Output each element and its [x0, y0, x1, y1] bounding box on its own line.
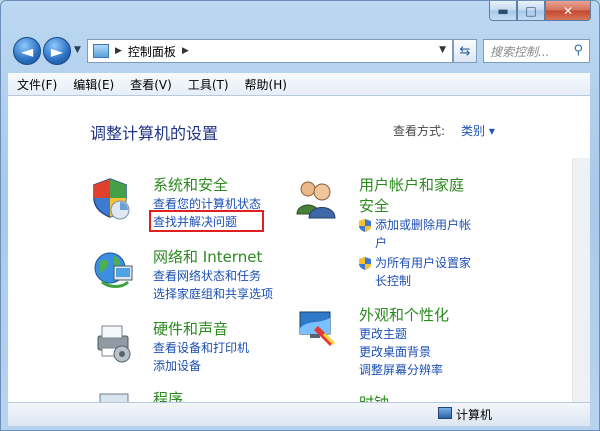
link-parental-controls[interactable]: 为所有用户设置家	[375, 254, 471, 272]
user-accounts-links-b: 为所有用户设置家 长控制	[375, 254, 471, 290]
menu-view[interactable]: 查看(V)	[121, 76, 179, 93]
control-panel-content: 调整计算机的设置 查看方式: 类别 ▾ 系统和安全 查看您的计算机状态 查找并解…	[8, 96, 590, 402]
user-accounts-title-line1[interactable]: 用户帐户和家庭	[359, 174, 464, 195]
breadcrumb-separator-icon[interactable]: ▶	[115, 46, 122, 56]
refresh-button[interactable]: ⇆	[453, 39, 477, 63]
navigation-bar: ◄ ► ▼ ▶ 控制面板 ▶ ▼ ⇆ 搜索控制... ⚲	[1, 33, 599, 69]
back-button[interactable]: ◄	[13, 37, 41, 65]
status-bar: 计算机	[8, 402, 590, 426]
link-adjust-screen-resolution[interactable]: 调整屏幕分辨率	[359, 361, 449, 379]
link-view-devices-printers[interactable]: 查看设备和打印机	[153, 339, 249, 357]
arrow-left-icon: ◄	[20, 41, 34, 61]
view-by-label: 查看方式:	[393, 124, 446, 138]
link-parental-controls-cont[interactable]: 长控制	[375, 272, 471, 290]
menu-tools[interactable]: 工具(T)	[179, 76, 236, 93]
forward-button[interactable]: ►	[43, 37, 71, 65]
breadcrumb-control-panel[interactable]: 控制面板	[128, 43, 176, 60]
category-network-and-internet: 网络和 Internet 查看网络状态和任务 选择家庭组和共享选项	[153, 246, 273, 303]
link-add-remove-user-accounts[interactable]: 添加或删除用户帐	[375, 216, 471, 234]
programs-title[interactable]: 程序	[153, 388, 183, 402]
caption-buttons: ▬ □ ✕	[489, 1, 591, 21]
page-title: 调整计算机的设置	[90, 124, 219, 143]
programs-icon	[99, 393, 129, 402]
category-programs: 程序	[153, 388, 183, 402]
link-add-device[interactable]: 添加设备	[153, 357, 249, 375]
link-add-remove-user-accounts-cont[interactable]: 户	[375, 234, 471, 252]
vertical-scrollbar[interactable]	[572, 158, 590, 402]
menu-bar: 文件(F) 编辑(E) 查看(V) 工具(T) 帮助(H)	[8, 73, 590, 96]
category-clock-partial: 时钟	[359, 392, 389, 402]
search-input[interactable]: 搜索控制... ⚲	[483, 39, 590, 63]
search-icon[interactable]: ⚲	[573, 43, 583, 58]
printer-icon	[97, 325, 131, 363]
minimize-button[interactable]: ▬	[489, 1, 517, 21]
category-appearance: 外观和个性化 更改主题 更改桌面背景 调整屏幕分辨率	[359, 304, 449, 379]
clock-title[interactable]: 时钟	[359, 392, 389, 402]
uac-shield-icon	[359, 257, 371, 270]
appearance-monitor-icon	[299, 311, 336, 346]
control-panel-icon	[93, 44, 109, 58]
shield-icon	[93, 178, 130, 220]
breadcrumb-separator-icon[interactable]: ▶	[182, 46, 189, 56]
menu-file[interactable]: 文件(F)	[8, 76, 64, 93]
highlight-box	[149, 210, 264, 232]
link-change-desktop-background[interactable]: 更改桌面背景	[359, 343, 449, 361]
maximize-button[interactable]: □	[517, 1, 545, 21]
arrow-right-icon: ►	[50, 41, 64, 61]
network-globe-icon	[94, 252, 133, 288]
users-icon	[296, 181, 336, 219]
system-security-title[interactable]: 系统和安全	[153, 174, 261, 195]
user-accounts-title-line2[interactable]: 安全	[359, 195, 464, 216]
link-homegroup-sharing-options[interactable]: 选择家庭组和共享选项	[153, 285, 273, 303]
category-hardware-and-sound: 硬件和声音 查看设备和打印机 添加设备	[153, 318, 249, 375]
link-change-theme[interactable]: 更改主题	[359, 325, 449, 343]
view-by-dropdown[interactable]: 类别 ▾	[461, 122, 495, 139]
user-accounts-links-a: 添加或删除用户帐 户	[375, 216, 471, 252]
address-bar[interactable]: ▶ 控制面板 ▶ ▼	[87, 39, 453, 63]
control-panel-window: ▬ □ ✕ ◄ ► ▼ ▶ 控制面板 ▶ ▼ ⇆ 搜索控制... ⚲ 文件(F)…	[0, 0, 600, 431]
computer-icon	[438, 407, 452, 419]
recent-pages-dropdown[interactable]: ▼	[74, 45, 81, 55]
link-view-network-status[interactable]: 查看网络状态和任务	[153, 267, 273, 285]
menu-edit[interactable]: 编辑(E)	[64, 76, 121, 93]
refresh-icon: ⇆	[459, 43, 471, 59]
network-internet-title[interactable]: 网络和 Internet	[153, 246, 273, 267]
search-placeholder: 搜索控制...	[490, 44, 550, 59]
uac-shield-icon	[359, 219, 371, 232]
appearance-title[interactable]: 外观和个性化	[359, 304, 449, 325]
close-button[interactable]: ✕	[545, 1, 591, 21]
status-computer-label: 计算机	[456, 408, 493, 422]
menu-help[interactable]: 帮助(H)	[236, 76, 294, 93]
hardware-sound-title[interactable]: 硬件和声音	[153, 318, 249, 339]
address-dropdown-icon[interactable]: ▼	[439, 45, 446, 55]
category-user-accounts: 用户帐户和家庭 安全	[359, 174, 464, 216]
